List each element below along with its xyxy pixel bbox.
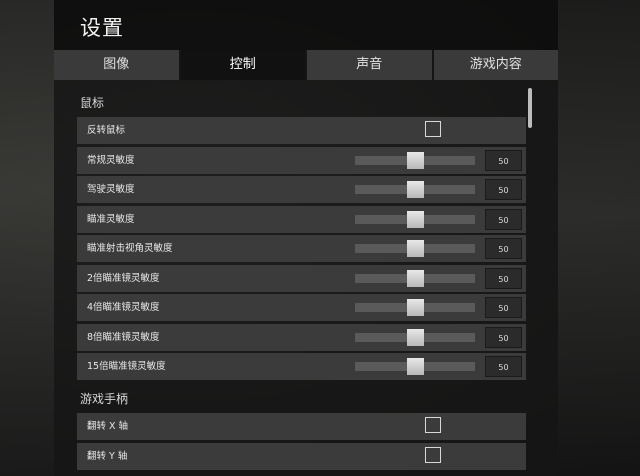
page-title: 设置: [80, 16, 124, 40]
slider-handle[interactable]: [407, 211, 424, 228]
tab-gameplay[interactable]: 游戏内容: [433, 50, 558, 80]
setting-label: 反转鼠标: [87, 125, 126, 136]
slider-value-field[interactable]: 50: [485, 297, 522, 318]
sensitivity-slider[interactable]: [355, 240, 475, 257]
background-left: [0, 0, 54, 476]
settings-tabs: 图像 控制 声音 游戏内容: [54, 50, 558, 80]
slider-handle[interactable]: [407, 152, 424, 169]
slider-handle[interactable]: [407, 329, 424, 346]
slider-handle[interactable]: [407, 299, 424, 316]
tab-sound[interactable]: 声音: [307, 50, 434, 80]
setting-row-slider: 4倍瞄准镜灵敏度 50: [77, 294, 526, 321]
setting-label: 8倍瞄准镜灵敏度: [87, 332, 160, 343]
slider-value-field[interactable]: 50: [485, 327, 522, 348]
sensitivity-slider[interactable]: [355, 181, 475, 198]
slider-value-field[interactable]: 50: [485, 238, 522, 259]
setting-label: 瞄准灵敏度: [87, 214, 135, 225]
invert-y-checkbox[interactable]: [425, 447, 441, 463]
slider-value-field[interactable]: 50: [485, 268, 522, 289]
settings-header: 设置: [54, 0, 558, 50]
sensitivity-slider[interactable]: [355, 329, 475, 346]
slider-value-field[interactable]: 50: [485, 356, 522, 377]
tab-controls[interactable]: 控制: [180, 50, 307, 80]
setting-row-slider: 8倍瞄准镜灵敏度 50: [77, 324, 526, 351]
setting-label: 驾驶灵敏度: [87, 184, 135, 195]
setting-row-slider: 常规灵敏度 50: [77, 147, 526, 174]
slider-value-field[interactable]: 50: [485, 150, 522, 171]
invert-x-checkbox[interactable]: [425, 417, 441, 433]
setting-label: 瞄准射击视角灵敏度: [87, 243, 173, 254]
setting-label: 常规灵敏度: [87, 155, 135, 166]
invert-mouse-checkbox[interactable]: [425, 121, 441, 137]
background-right: [558, 0, 640, 476]
setting-label: 翻转 X 轴: [87, 421, 129, 432]
setting-row-invert-x: 翻转 X 轴: [77, 413, 526, 440]
sensitivity-slider[interactable]: [355, 299, 475, 316]
sensitivity-slider[interactable]: [355, 270, 475, 287]
setting-row-invert-mouse: 反转鼠标: [77, 117, 526, 144]
slider-handle[interactable]: [407, 240, 424, 257]
slider-value-field[interactable]: 50: [485, 179, 522, 200]
content-scrollbar[interactable]: [528, 88, 532, 128]
tab-graphics[interactable]: 图像: [54, 50, 181, 80]
section-title-mouse: 鼠标: [80, 96, 105, 110]
settings-panel: 设置 图像 控制 声音 游戏内容 鼠标 反转鼠标 常规灵敏度 50 驾驶灵敏度 …: [54, 0, 558, 476]
setting-label: 4倍瞄准镜灵敏度: [87, 302, 160, 313]
slider-handle[interactable]: [407, 358, 424, 375]
setting-row-slider: 瞄准射击视角灵敏度 50: [77, 235, 526, 262]
sensitivity-slider[interactable]: [355, 152, 475, 169]
sensitivity-slider[interactable]: [355, 358, 475, 375]
settings-content: 鼠标 反转鼠标 常规灵敏度 50 驾驶灵敏度 50 瞄准灵敏度 50 瞄准射击视…: [54, 80, 558, 476]
setting-row-slider: 15倍瞄准镜灵敏度 50: [77, 353, 526, 380]
sensitivity-slider[interactable]: [355, 211, 475, 228]
section-title-gamepad: 游戏手柄: [80, 392, 129, 406]
slider-handle[interactable]: [407, 181, 424, 198]
setting-label: 2倍瞄准镜灵敏度: [87, 273, 160, 284]
setting-row-slider: 2倍瞄准镜灵敏度 50: [77, 265, 526, 292]
slider-value-field[interactable]: 50: [485, 209, 522, 230]
setting-label: 15倍瞄准镜灵敏度: [87, 361, 166, 372]
setting-label: 翻转 Y 轴: [87, 451, 128, 462]
slider-handle[interactable]: [407, 270, 424, 287]
setting-row-slider: 驾驶灵敏度 50: [77, 176, 526, 203]
setting-row-invert-y: 翻转 Y 轴: [77, 443, 526, 470]
setting-row-slider: 瞄准灵敏度 50: [77, 206, 526, 233]
